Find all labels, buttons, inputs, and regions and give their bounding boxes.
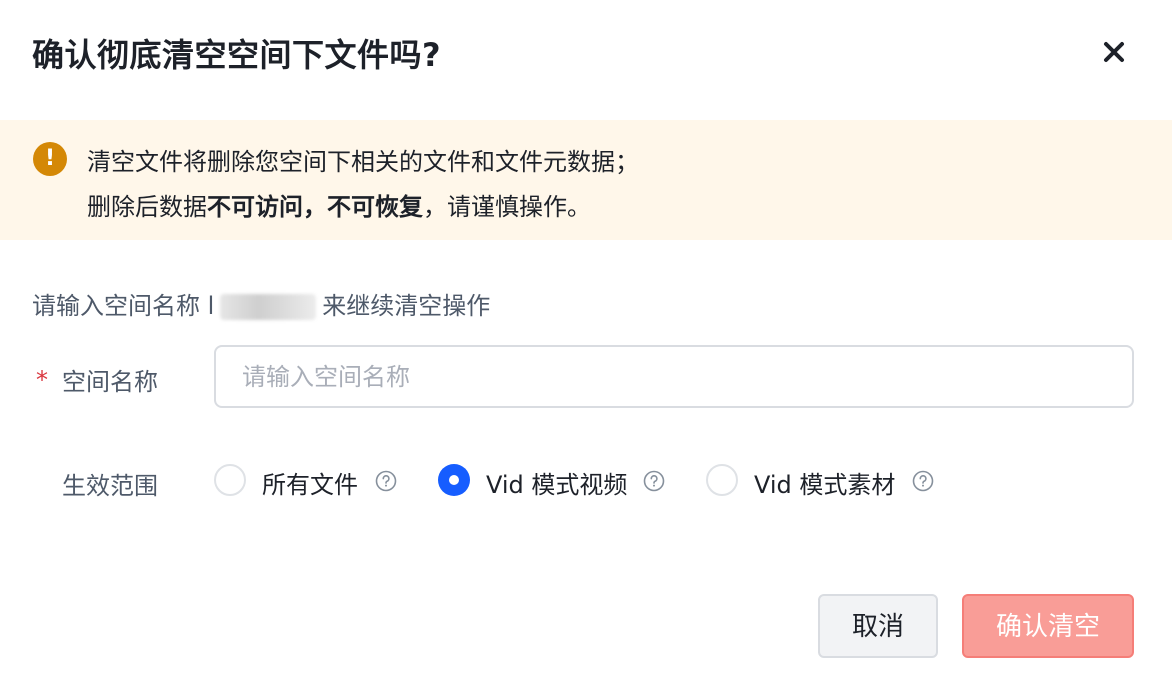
- radio-all-files[interactable]: [214, 464, 246, 496]
- alert-line2-prefix: 删除后数据: [87, 193, 207, 221]
- radio-label-all-files[interactable]: 所有文件: [262, 465, 358, 500]
- redacted-space-name: [220, 294, 317, 320]
- prompt-suffix: 来继续清空操作: [322, 292, 491, 320]
- radio-label-vid-material[interactable]: Vid 模式素材: [754, 465, 895, 500]
- alert-text-line2: 删除后数据不可访问，不可恢复，请谨慎操作。: [87, 187, 591, 222]
- radio-label-vid-video[interactable]: Vid 模式视频: [486, 465, 627, 500]
- help-icon[interactable]: [912, 470, 934, 492]
- help-icon[interactable]: [643, 470, 665, 492]
- alert-text-line1: 清空文件将删除您空间下相关的文件和文件元数据；: [87, 148, 639, 176]
- close-icon: [1104, 42, 1124, 62]
- dialog-title: 确认彻底清空空间下文件吗?: [32, 36, 442, 74]
- warning-alert: [0, 120, 1172, 240]
- confirm-prompt: 请输入空间名称 l 来继续清空操作: [32, 286, 490, 321]
- space-name-input[interactable]: [214, 345, 1134, 408]
- cancel-button[interactable]: 取消: [818, 594, 938, 658]
- alert-line2-emphasis: 不可访问，不可恢复: [207, 193, 423, 221]
- prompt-prefix: 请输入空间名称 l: [32, 292, 215, 320]
- radio-vid-material[interactable]: [706, 464, 738, 496]
- confirm-clear-button[interactable]: 确认清空: [962, 594, 1134, 658]
- clear-space-dialog: 确认彻底清空空间下文件吗? ! 清空文件将删除您空间下相关的文件和文件元数据； …: [0, 0, 1172, 682]
- required-mark: *: [36, 366, 48, 394]
- scope-label: 生效范围: [62, 472, 158, 500]
- help-icon[interactable]: [375, 470, 397, 492]
- alert-line2-suffix: ，请谨慎操作。: [423, 193, 591, 221]
- radio-vid-video[interactable]: [438, 464, 470, 496]
- close-button[interactable]: [1098, 36, 1130, 68]
- space-name-label: 空间名称: [62, 368, 158, 396]
- warning-icon: !: [33, 142, 67, 176]
